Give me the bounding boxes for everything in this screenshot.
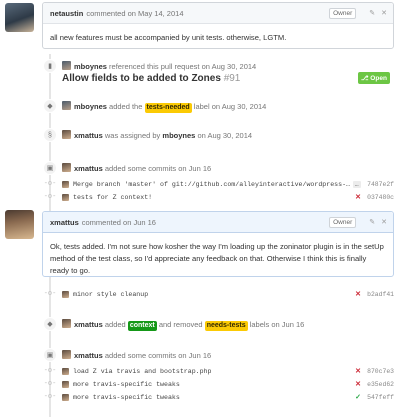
event-text: added the: [109, 102, 143, 111]
commit-sha[interactable]: e35ed62: [364, 381, 394, 388]
label-context[interactable]: context: [127, 321, 157, 331]
commit-sha[interactable]: 547feff: [364, 394, 394, 401]
avatar[interactable]: [62, 193, 69, 201]
git-commit-icon: ▣: [43, 348, 57, 362]
expand-commit-button[interactable]: …: [352, 180, 361, 188]
commit-row: -o- minor style cleanup ✕ b2adf41: [42, 288, 394, 300]
event-text: labels on Jun 16: [249, 320, 305, 329]
avatar[interactable]: [62, 101, 71, 110]
commit-message[interactable]: load Z via travis and bootstrap.php: [73, 368, 212, 375]
event-user[interactable]: xmattus: [74, 351, 103, 360]
event-user[interactable]: mboynes: [74, 62, 107, 71]
event-user[interactable]: mboynes: [74, 102, 107, 111]
build-failed-icon[interactable]: ✕: [355, 367, 361, 375]
comment-header: netaustin commented on May 14, 2014 Owne…: [43, 3, 393, 24]
close-icon[interactable]: ✕: [381, 9, 387, 17]
commits-event: xmattus added some commits on Jun 16: [62, 350, 211, 360]
pencil-icon[interactable]: ✎: [369, 9, 375, 17]
pr-title[interactable]: Allow fields to be added to Zones: [62, 73, 221, 84]
referenced-pr-title[interactable]: Allow fields to be added to Zones #91: [62, 73, 240, 84]
avatar[interactable]: [62, 61, 71, 70]
label-tests-needed[interactable]: tests-needed: [144, 103, 192, 113]
label-needs-tests[interactable]: needs-tests: [204, 321, 248, 331]
git-commit-icon: -o-: [43, 193, 57, 201]
avatar[interactable]: [62, 380, 69, 388]
build-failed-icon[interactable]: ✕: [355, 193, 361, 201]
event-assigner[interactable]: mboynes: [162, 131, 195, 140]
tag-icon: ◆: [43, 99, 57, 113]
pencil-icon[interactable]: ✎: [369, 218, 375, 226]
git-commit-icon: -o-: [43, 393, 57, 401]
bookmark-icon: ▮: [43, 59, 57, 73]
comment-author[interactable]: xmattus: [50, 218, 79, 227]
avatar[interactable]: [62, 130, 71, 139]
comment: xmattus commented on Jun 16 Owner ✎ ✕ Ok…: [42, 211, 394, 277]
pr-state: Open: [370, 75, 387, 82]
build-passed-icon[interactable]: ✓: [355, 393, 361, 401]
event-text: added some commits on Jun 16: [104, 164, 212, 173]
event-text: added some commits on Jun 16: [104, 351, 212, 360]
commit-row: -o- more travis-specific tweaks ✓ 547fef…: [42, 391, 394, 403]
comment-body: Ok, tests added. I'm not sure how kosher…: [50, 242, 384, 275]
comment-author[interactable]: netaustin: [50, 9, 83, 18]
event-text: and removed: [158, 320, 203, 329]
avatar[interactable]: [62, 350, 71, 359]
pr-number[interactable]: #91: [224, 73, 241, 84]
commit-message[interactable]: more travis-specific tweaks: [73, 381, 180, 388]
commit-message[interactable]: tests for Z context!: [73, 194, 152, 201]
comment-timestamp[interactable]: commented on Jun 16: [82, 218, 156, 227]
label-event: xmattus added context and removed needs-…: [62, 319, 304, 331]
build-failed-icon[interactable]: ✕: [355, 290, 361, 298]
avatar[interactable]: [5, 3, 34, 32]
close-icon[interactable]: ✕: [381, 218, 387, 226]
build-failed-icon[interactable]: ✕: [355, 380, 361, 388]
assign-event: xmattus was assigned by mboynes on Aug 3…: [62, 130, 252, 140]
event-text: was assigned by: [104, 131, 161, 140]
comment-header: xmattus commented on Jun 16 Owner ✎ ✕: [43, 212, 393, 233]
comment: netaustin commented on May 14, 2014 Owne…: [42, 2, 394, 49]
person-icon: §: [43, 128, 57, 142]
owner-badge: Owner: [329, 7, 357, 19]
event-date: on Aug 30, 2014: [197, 131, 253, 140]
label-event: mboynes added the tests-needed label on …: [62, 101, 266, 113]
avatar[interactable]: [62, 367, 69, 375]
commit-row: -o- more travis-specific tweaks ✕ e35ed6…: [42, 378, 394, 390]
git-commit-icon: -o-: [43, 180, 57, 188]
commit-row: -o- load Z via travis and bootstrap.php …: [42, 365, 394, 377]
commit-sha[interactable]: 7487e2f: [364, 181, 394, 188]
avatar[interactable]: [5, 210, 34, 239]
commit-row: -o- Merge branch 'master' of git://githu…: [42, 178, 394, 190]
avatar[interactable]: [62, 393, 69, 401]
event-text: added: [104, 320, 126, 329]
avatar[interactable]: [62, 319, 71, 328]
commits-event: xmattus added some commits on Jun 16: [62, 163, 211, 173]
git-commit-icon: -o-: [43, 290, 57, 298]
owner-badge: Owner: [329, 216, 357, 228]
commit-message[interactable]: more travis-specific tweaks: [73, 394, 180, 401]
reference-event: mboynes referenced this pull request on …: [62, 61, 256, 71]
commit-sha[interactable]: b2adf41: [364, 291, 394, 298]
avatar[interactable]: [62, 180, 69, 188]
git-commit-icon: -o-: [43, 380, 57, 388]
commit-message[interactable]: Merge branch 'master' of git://github.co…: [73, 181, 350, 188]
pr-state-badge: ⎇ Open: [358, 72, 390, 84]
comment-body: all new features must be accompanied by …: [50, 33, 287, 42]
commit-row: -o- tests for Z context! ✕ 037480c: [42, 191, 394, 203]
git-commit-icon: -o-: [43, 367, 57, 375]
git-commit-icon: ▣: [43, 161, 57, 175]
event-text: referenced this pull request on Aug 30, …: [109, 62, 257, 71]
comment-timestamp[interactable]: commented on May 14, 2014: [86, 9, 183, 18]
event-user[interactable]: xmattus: [74, 131, 103, 140]
event-user[interactable]: xmattus: [74, 320, 103, 329]
tag-icon: ◆: [43, 317, 57, 331]
event-user[interactable]: xmattus: [74, 164, 103, 173]
commit-sha[interactable]: 870c7e3: [364, 368, 394, 375]
event-text: label on Aug 30, 2014: [193, 102, 267, 111]
commit-sha[interactable]: 037480c: [364, 194, 394, 201]
avatar[interactable]: [62, 163, 71, 172]
commit-message[interactable]: minor style cleanup: [73, 291, 148, 298]
avatar[interactable]: [62, 290, 69, 298]
